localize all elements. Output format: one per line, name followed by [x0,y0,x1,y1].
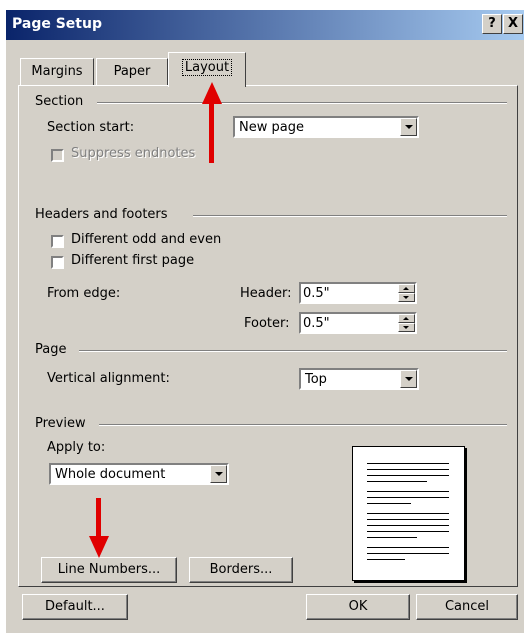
annotation-arrow-up-shaft [209,103,214,163]
spin-down-icon[interactable] [398,293,415,302]
cancel-button[interactable]: Cancel [416,594,518,620]
apply-to-value: Whole document [55,467,166,482]
preview-line [367,559,405,560]
header-value: 0.5" [303,286,330,301]
preview-line [367,553,449,554]
preview-line [367,513,449,514]
tab-layout-label: Layout [181,59,233,76]
page-divider [79,350,507,352]
title-bar: Page Setup ? X [6,10,524,40]
tab-paper[interactable]: Paper [96,58,168,86]
suppress-endnotes-checkbox[interactable] [51,149,64,162]
odd-even-checkbox[interactable] [51,235,64,248]
vertical-alignment-select[interactable]: Top [299,368,419,390]
dialog-title: Page Setup [12,16,102,32]
close-button[interactable]: X [503,14,523,34]
section-heading: Section [35,94,84,109]
odd-even-label: Different odd and even [71,232,222,247]
from-edge-label: From edge: [47,286,121,301]
header-label: Header: [240,286,292,301]
help-button[interactable]: ? [482,14,502,34]
page-setup-dialog: Page Setup ? X Margins Paper Layout Sect… [6,10,524,633]
footer-spinner[interactable]: 0.5" [299,312,417,334]
section-start-select[interactable]: New page [233,116,419,138]
footer-value: 0.5" [303,316,330,331]
section-start-value: New page [239,120,304,135]
apply-to-label: Apply to: [47,440,106,455]
preview-line [367,475,449,476]
headers-footers-divider [193,215,507,217]
ok-button[interactable]: OK [306,594,410,620]
suppress-endnotes-label: Suppress endnotes [71,146,196,161]
header-spinner[interactable]: 0.5" [299,282,417,304]
arrow-down-icon [89,536,109,558]
preview-line [367,481,427,482]
section-divider [97,102,507,104]
preview-heading: Preview [35,416,86,431]
page-preview [352,446,465,581]
default-button[interactable]: Default... [22,594,128,620]
apply-to-select[interactable]: Whole document [49,463,229,485]
annotation-arrow-down-shaft [96,498,101,538]
preview-line [367,519,449,520]
chevron-down-icon[interactable] [210,465,227,483]
preview-divider [99,424,507,426]
preview-line [367,463,449,464]
preview-line [367,537,417,538]
layout-panel: Section Section start: New page Suppress… [18,85,518,587]
spin-down-icon[interactable] [398,323,415,332]
preview-line [367,547,449,548]
preview-line [367,497,449,498]
preview-line [367,491,449,492]
preview-line [367,503,411,504]
preview-line [367,525,449,526]
chevron-down-icon[interactable] [400,370,417,388]
preview-line [367,531,449,532]
arrow-up-icon [202,82,222,104]
headers-footers-heading: Headers and footers [35,207,168,222]
tab-margins[interactable]: Margins [20,58,94,86]
first-page-label: Different first page [71,253,195,268]
spin-up-icon[interactable] [398,314,415,323]
borders-button[interactable]: Borders... [189,557,293,583]
chevron-down-icon[interactable] [400,118,417,136]
vertical-alignment-value: Top [305,372,327,387]
tab-bar: Margins Paper Layout [6,52,524,87]
section-start-label: Section start: [47,120,135,135]
preview-line [367,469,449,470]
vertical-alignment-label: Vertical alignment: [47,371,170,386]
first-page-checkbox[interactable] [51,256,64,269]
spin-up-icon[interactable] [398,284,415,293]
page-heading: Page [35,342,67,357]
line-numbers-button[interactable]: Line Numbers... [41,557,177,583]
footer-label: Footer: [244,316,290,331]
